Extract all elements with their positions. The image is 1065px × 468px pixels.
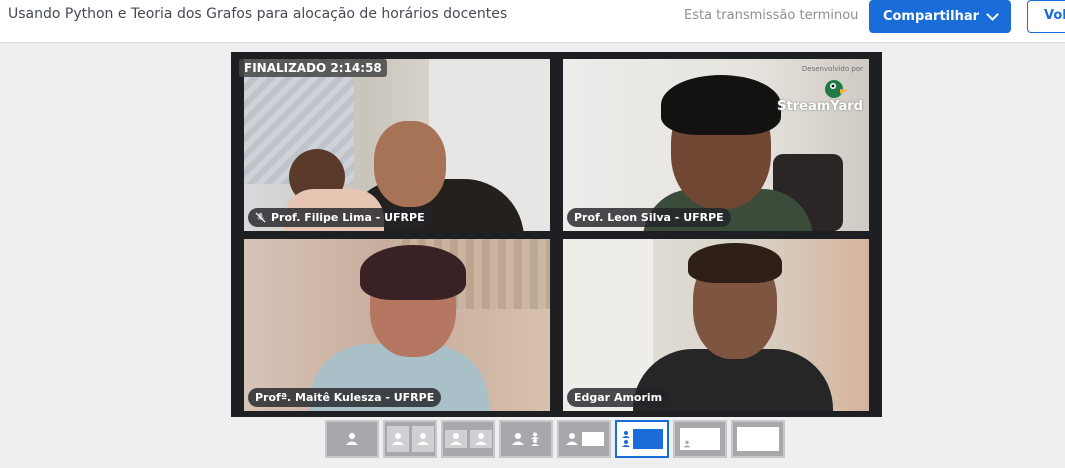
person-icon [683, 440, 691, 448]
layout-frame [737, 427, 779, 451]
layout-group-gray-button[interactable] [441, 420, 495, 458]
broadcast-title: Usando Python e Teoria dos Grafos para a… [8, 6, 508, 22]
screen-share-block [581, 432, 604, 446]
share-button-label: Compartilhar [882, 9, 980, 24]
video-stage: FINALIZADO 2:14:58 Prof. Filipe Lima - U… [231, 52, 882, 417]
duck-icon [825, 80, 848, 98]
layout-shared-screen-button[interactable] [615, 420, 669, 458]
broadcast-status: Esta transmissão terminou [684, 8, 859, 23]
streamyard-logo: Desenvolvido por StreamYard [777, 65, 863, 117]
participant-nameplate: Prof. Leon Silva - UFRPE [567, 208, 731, 227]
layout-selector [325, 420, 785, 458]
screen-share-block [632, 429, 663, 449]
person-icon [511, 433, 524, 445]
participant-name: Edgar Amorim [574, 391, 663, 404]
logo-caption: Desenvolvido por [801, 65, 863, 73]
layout-side-by-side-button[interactable] [499, 420, 553, 458]
layout-cell [411, 426, 434, 452]
share-button[interactable]: Compartilhar [869, 0, 1011, 33]
video-tile-4[interactable]: Edgar Amorim [563, 239, 869, 411]
person-icon [449, 433, 462, 445]
participant-nameplate: Profª. Maitê Kulesza - UFRPE [248, 388, 442, 407]
video-tile-1[interactable]: Prof. Filipe Lima - UFRPE [244, 59, 550, 231]
participant-nameplate: Edgar Amorim [567, 388, 670, 407]
hair [688, 243, 782, 283]
layout-cell [386, 426, 409, 452]
layout-fullscreen-button[interactable] [731, 420, 785, 458]
layout-solo-button[interactable] [325, 420, 379, 458]
finished-badge: FINALIZADO 2:14:58 [239, 59, 387, 77]
top-bar: Usando Python e Teoria dos Grafos para a… [0, 0, 1065, 43]
person-icon [565, 433, 578, 445]
hair [661, 75, 781, 135]
layout-spotlight-button[interactable] [557, 420, 611, 458]
person-stack-icon [621, 431, 630, 447]
mic-muted-icon [255, 212, 266, 223]
back-button[interactable]: Vol [1027, 0, 1065, 33]
hair [360, 245, 466, 300]
logo-text: StreamYard [777, 99, 863, 114]
video-tile-3[interactable]: Profª. Maitê Kulesza - UFRPE [244, 239, 550, 411]
participant-name: Prof. Leon Silva - UFRPE [574, 211, 724, 224]
chevron-down-icon [986, 8, 999, 21]
person-head [374, 121, 446, 207]
person-icon [391, 433, 404, 445]
layout-frame [680, 428, 720, 450]
person-icon [474, 433, 487, 445]
participant-name: Prof. Filipe Lima - UFRPE [271, 211, 425, 224]
person-icon [346, 433, 358, 445]
person-icon [416, 433, 429, 445]
person-stack-icon [530, 432, 539, 446]
layout-cell [469, 430, 492, 448]
participant-name: Profª. Maitê Kulesza - UFRPE [255, 391, 435, 404]
participant-nameplate: Prof. Filipe Lima - UFRPE [248, 208, 432, 227]
layout-cell [444, 430, 467, 448]
layout-group-button[interactable] [383, 420, 437, 458]
video-tile-2[interactable]: Desenvolvido por StreamYard Prof. Leon S… [563, 59, 869, 231]
layout-background-button[interactable] [673, 420, 727, 458]
